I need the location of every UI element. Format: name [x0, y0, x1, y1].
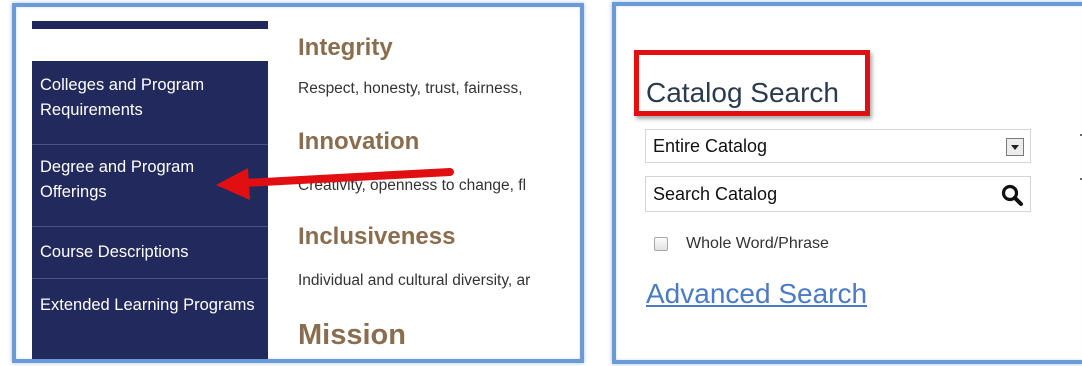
sidebar-item-label: Degree and Program Offerings	[40, 158, 195, 201]
search-icon[interactable]	[1000, 183, 1024, 207]
sidebar-item-label: Extended Learning Programs	[40, 296, 255, 314]
catalog-search-panel: Catalog Search Entire Catalog Whole Word…	[612, 2, 1082, 364]
value-heading-integrity: Integrity	[298, 34, 393, 61]
catalog-scope-value: Entire Catalog	[653, 136, 768, 156]
advanced-search-link[interactable]: Advanced Search	[646, 278, 867, 310]
sidebar-item-course-descriptions[interactable]: Course Descriptions	[32, 227, 268, 279]
sidebar-nav: Colleges and Program Requirements Degree…	[32, 61, 268, 359]
sidebar-top-strip	[32, 21, 268, 29]
sidebar-item-colleges-and-program-requirements[interactable]: Colleges and Program Requirements	[32, 61, 268, 145]
value-text-integrity: Respect, honesty, trust, fairness,	[298, 80, 523, 97]
value-heading-inclusiveness: Inclusiveness	[298, 223, 456, 250]
whole-word-checkbox[interactable]	[654, 237, 668, 251]
sidebar-item-degree-and-program-offerings[interactable]: Degree and Program Offerings	[32, 145, 268, 227]
values-content: Integrity Respect, honesty, trust, fairn…	[298, 7, 580, 359]
chevron-down-icon[interactable]	[1006, 138, 1024, 156]
catalog-search-field	[645, 176, 1031, 212]
catalog-page-crop-left: Colleges and Program Requirements Degree…	[12, 3, 584, 363]
sidebar-item-label: Course Descriptions	[40, 243, 189, 261]
value-text-inclusiveness: Individual and cultural diversity, ar	[298, 272, 531, 289]
whole-word-label: Whole Word/Phrase	[686, 235, 829, 252]
value-heading-innovation: Innovation	[298, 128, 420, 155]
sidebar-item-extended-learning-programs[interactable]: Extended Learning Programs	[32, 279, 268, 359]
catalog-search-title: Catalog Search	[646, 77, 840, 108]
sidebar-item-label: Colleges and Program Requirements	[40, 76, 205, 119]
value-text-innovation: Creativity, openness to change, fl	[298, 177, 527, 194]
catalog-scope-select[interactable]: Entire Catalog	[645, 129, 1031, 163]
search-input[interactable]	[646, 177, 993, 211]
mission-heading: Mission	[298, 319, 406, 351]
